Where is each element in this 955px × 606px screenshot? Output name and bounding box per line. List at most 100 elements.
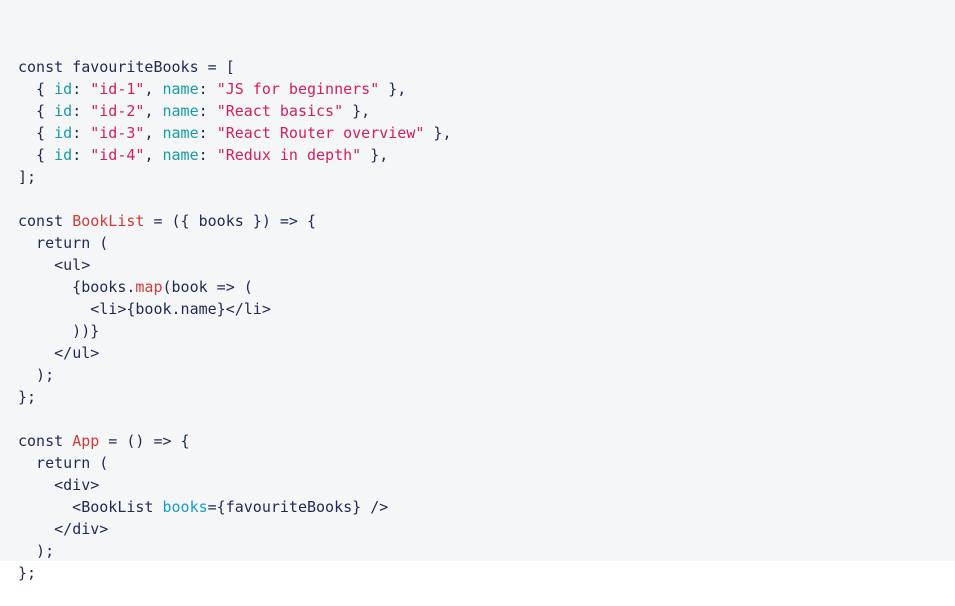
code-token: return (: [18, 234, 109, 252]
code-token: li: [243, 300, 262, 318]
code-token: },: [343, 102, 371, 120]
code-token: id: [54, 124, 73, 142]
code-token: map: [135, 278, 163, 296]
code-token: BookList: [81, 498, 154, 516]
code-line: </ul>: [18, 342, 955, 364]
code-token: :: [198, 102, 217, 120]
code-line: { id: "id-1", name: "JS for beginners" }…: [18, 78, 955, 100]
code-token: <: [18, 476, 64, 494]
code-token: :: [198, 146, 217, 164]
code-token: >: [90, 344, 100, 362]
code-token: <: [18, 300, 100, 318]
code-token: :: [72, 124, 91, 142]
code-token: };: [18, 388, 37, 406]
code-token: :: [72, 102, 91, 120]
code-token: "React Router overview": [216, 124, 425, 142]
code-token: ul: [63, 256, 82, 274]
code-token: {books.: [18, 278, 136, 296]
code-line: return (: [18, 452, 955, 474]
code-token: {: [18, 80, 55, 98]
code-token: (book => (: [162, 278, 253, 296]
code-token: const: [18, 432, 73, 450]
code-token: </: [18, 344, 73, 362]
code-token: },: [361, 146, 389, 164]
code-token: div: [63, 476, 91, 494]
code-line: { id: "id-2", name: "React basics" },: [18, 100, 955, 122]
code-token: "React basics": [216, 102, 344, 120]
code-token: ,: [144, 80, 163, 98]
code-token: name: [162, 124, 199, 142]
code-token: :: [72, 80, 91, 98]
code-line: };: [18, 386, 955, 408]
code-token: id: [54, 80, 73, 98]
code-token: const favouriteBooks = [: [18, 58, 235, 76]
code-token: ul: [72, 344, 91, 362]
code-line: };: [18, 562, 955, 584]
code-token: :: [72, 146, 91, 164]
code-line: {books.map(book => (: [18, 276, 955, 298]
code-line: <li>{book.name}</li>: [18, 298, 955, 320]
code-token: {: [18, 124, 55, 142]
code-line: return (: [18, 232, 955, 254]
code-token: "JS for beginners": [216, 80, 380, 98]
code-block: const favouriteBooks = [ { id: "id-1", n…: [0, 0, 955, 582]
code-token: :: [198, 80, 217, 98]
code-token: const: [18, 212, 73, 230]
code-token: = ({ books }) => {: [144, 212, 317, 230]
code-token: "id-3": [90, 124, 145, 142]
code-token: );: [18, 366, 55, 384]
code-token: :: [198, 124, 217, 142]
code-token: ];: [18, 168, 37, 186]
code-token: "id-4": [90, 146, 145, 164]
code-line: ];: [18, 166, 955, 188]
code-token: id: [54, 102, 73, 120]
code-token: div: [72, 520, 100, 538]
code-line: );: [18, 540, 955, 562]
code-token: ,: [144, 102, 163, 120]
code-line: const favouriteBooks = [: [18, 56, 955, 78]
code-token: "Redux in depth": [216, 146, 362, 164]
code-token: >{book.name}</: [117, 300, 244, 318]
code-line: </div>: [18, 518, 955, 540]
code-line: { id: "id-3", name: "React Router overvi…: [18, 122, 955, 144]
code-line: const BookList = ({ books }) => {: [18, 210, 955, 232]
code-token: ={favouriteBooks} />: [207, 498, 389, 516]
code-token: >: [81, 256, 91, 274]
code-line: <div>: [18, 474, 955, 496]
code-line: );: [18, 364, 955, 386]
code-token: {: [18, 102, 55, 120]
code-token: },: [379, 80, 407, 98]
code-token: name: [162, 80, 199, 98]
code-token: id: [54, 146, 73, 164]
code-token: return (: [18, 454, 109, 472]
code-token: BookList: [72, 212, 145, 230]
code-token: },: [424, 124, 452, 142]
code-token: ,: [144, 124, 163, 142]
code-token: >: [90, 476, 100, 494]
code-token: };: [18, 564, 37, 582]
code-token: </: [18, 520, 73, 538]
code-token: li: [99, 300, 118, 318]
code-token: >: [99, 520, 109, 538]
code-token: books: [162, 498, 208, 516]
code-token: >: [261, 300, 271, 318]
code-token: <: [18, 256, 64, 274]
code-token: ,: [144, 146, 163, 164]
code-lines: const favouriteBooks = [ { id: "id-1", n…: [18, 56, 955, 584]
code-line: const App = () => {: [18, 430, 955, 452]
code-line: <BookList books={favouriteBooks} />: [18, 496, 955, 518]
code-token: "id-1": [90, 80, 145, 98]
code-token: name: [162, 146, 199, 164]
code-line: <ul>: [18, 254, 955, 276]
code-line: ))}: [18, 320, 955, 342]
code-token: "id-2": [90, 102, 145, 120]
code-token: App: [72, 432, 100, 450]
code-line: { id: "id-4", name: "Redux in depth" },: [18, 144, 955, 166]
code-token: {: [18, 146, 55, 164]
code-token: <: [18, 498, 82, 516]
code-token: = () => {: [99, 432, 190, 450]
code-token: );: [18, 542, 55, 560]
